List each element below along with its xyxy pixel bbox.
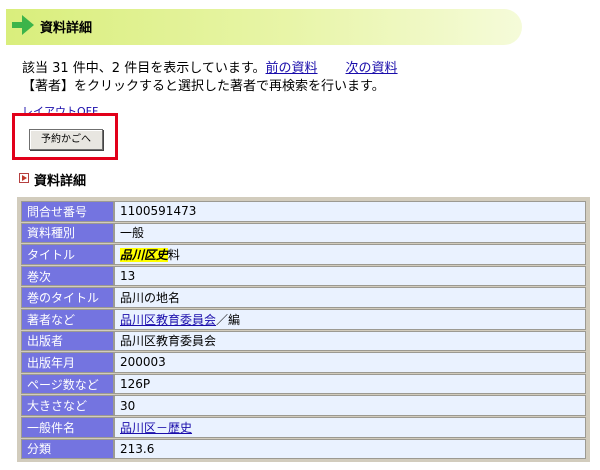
detail-value: 1100591473 [114,201,586,222]
detail-value-text: 一般 [120,226,145,241]
detail-label: 資料種別 [21,222,114,244]
detail-label: 出版者 [21,330,114,352]
detail-label: 巻のタイトル [21,287,114,308]
arrow-right-icon [12,15,34,35]
detail-label: 著者など [21,308,114,330]
detail-label: 問合せ番号 [21,201,114,222]
detail-row: 大きさなど 30 [21,395,586,416]
detail-row: 出版年月 200003 [21,352,586,373]
detail-value-text: 30 [120,398,136,413]
detail-row: 資料種別 一般 [21,222,586,244]
section-title: 資料詳細 [34,174,87,189]
detail-row: 分類 213.6 [21,438,586,460]
detail-label: 分類 [21,438,114,460]
result-count-text: 該当 31 件中、2 件目を表示しています。 [22,61,266,76]
detail-value: 品川区教育委員会／編 [114,308,586,330]
detail-value-link[interactable]: 品川区教育委員会 [120,313,216,327]
detail-row: ページ数など 126P [21,373,586,395]
result-position-text: 該当 31 件中、2 件目を表示しています。前の資料 次の資料 [22,57,398,76]
page-title: 資料詳細 [40,21,93,36]
detail-table: 問合せ番号 1100591473 資料種別 一般 タイトル 品川区史料 巻次 13 巻のタイトル… [21,200,586,460]
detail-value-text: 品川区教育委員会 [120,334,217,349]
detail-label: 巻次 [21,265,114,287]
detail-value: 13 [114,265,586,287]
detail-value-text: 200003 [120,355,166,370]
next-item-link[interactable]: 次の資料 [346,61,398,76]
detail-value-text: 品川の地名 [120,291,181,306]
detail-label: 一般件名 [21,416,114,438]
layout-toggle-link[interactable]: レイアウトOFF [22,104,98,113]
detail-label: 大きさなど [21,395,114,416]
detail-row: 巻次 13 [21,265,586,287]
detail-value: 品川の地名 [114,287,586,308]
detail-value: 200003 [114,352,586,373]
detail-value: 品川区－歴史 [114,416,586,438]
author-hint-text: 【著者】をクリックすると選択した著者で再検索を行います。 [22,79,385,94]
prev-item-link[interactable]: 前の資料 [266,61,318,76]
detail-value: 品川区史料 [114,244,586,265]
detail-value-suffix: 料 [168,247,181,262]
detail-row: タイトル 品川区史料 [21,244,586,265]
detail-value-text: 1100591473 [120,204,197,219]
detail-value: 品川区教育委員会 [114,330,586,352]
detail-row: 一般件名 品川区－歴史 [21,416,586,438]
detail-table-frame: 問合せ番号 1100591473 資料種別 一般 タイトル 品川区史料 巻次 13 巻のタイトル… [17,197,590,462]
detail-value: 213.6 [114,438,586,460]
detail-value-text: 13 [120,269,136,284]
detail-row: 巻のタイトル 品川の地名 [21,287,586,308]
detail-label: 出版年月 [21,352,114,373]
detail-label: ページ数など [21,373,114,395]
detail-value-suffix: ／編 [216,312,241,327]
detail-value: 126P [114,373,586,395]
detail-row: 著者など 品川区教育委員会／編 [21,308,586,330]
detail-value-text: 213.6 [120,441,155,456]
detail-value: 30 [114,395,586,416]
add-to-reserve-cart-button[interactable]: 予約かごへ [29,129,103,150]
search-term-highlight: 品川区史 [120,247,169,262]
detail-value-link[interactable]: 品川区－歴史 [120,421,192,435]
detail-value-text: 126P [120,377,151,392]
detail-label: タイトル [21,244,114,265]
detail-row: 問合せ番号 1100591473 [21,201,586,222]
detail-row: 出版者 品川区教育委員会 [21,330,586,352]
detail-value: 一般 [114,222,586,244]
triangle-bullet-icon [19,173,29,183]
